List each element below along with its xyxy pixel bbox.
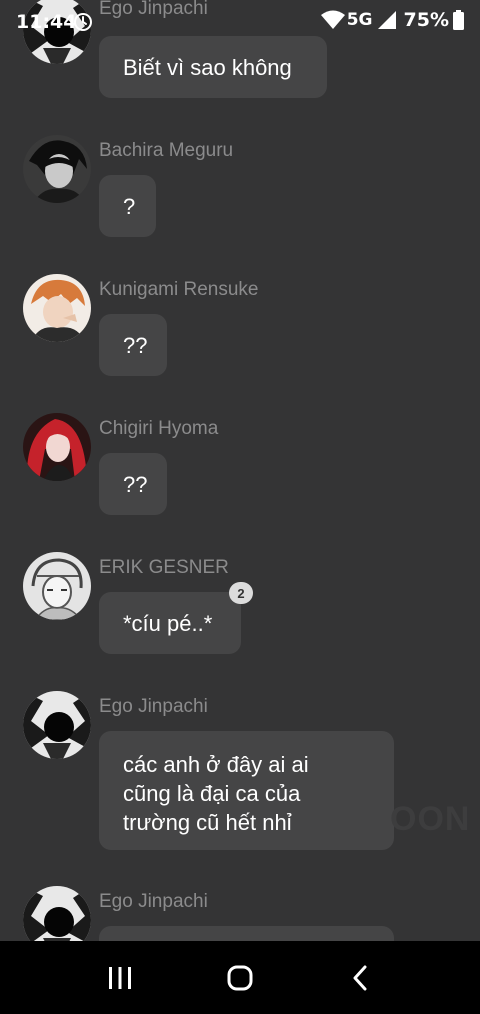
sender-name: Kunigami Rensuke <box>99 279 259 300</box>
message-text: ?? <box>123 332 148 358</box>
recents-button[interactable] <box>100 958 140 998</box>
sender-name: ERIK GESNER <box>99 557 229 578</box>
battery-icon <box>453 10 464 30</box>
message-text: ?? <box>123 471 148 497</box>
message-text: các anh ở đây ai ai cũng là đại ca của t… <box>123 752 309 835</box>
avatar[interactable] <box>23 274 91 342</box>
avatar[interactable] <box>23 691 91 759</box>
home-button[interactable] <box>220 958 260 998</box>
message-text: ? <box>123 193 136 219</box>
alarm-icon <box>74 13 92 31</box>
recents-icon <box>109 967 131 989</box>
message-bubble[interactable]: ?? <box>99 314 167 376</box>
back-icon <box>353 965 367 991</box>
message-bubble[interactable]: các anh ở đây ai ai cũng là đại ca của t… <box>99 731 394 850</box>
wifi-icon <box>320 10 345 29</box>
back-button[interactable] <box>340 958 380 998</box>
message-row: Chigiri Hyoma ?? <box>0 413 480 523</box>
battery-percentage: 75% <box>403 9 449 31</box>
message-row: Ego Jinpachi các anh ở đây ai ai cũng là… <box>0 691 480 861</box>
cell-signal-icon <box>377 11 396 29</box>
message-bubble[interactable] <box>99 926 394 941</box>
status-icons: 5G 75% <box>320 9 464 31</box>
home-icon <box>227 965 253 991</box>
chat-message-list[interactable]: Ego Jinpachi Biết vì sao không Bachira M… <box>0 0 480 941</box>
avatar[interactable] <box>23 552 91 620</box>
message-text: Biết vì sao không <box>123 54 292 80</box>
sender-name: Ego Jinpachi <box>99 696 208 717</box>
message-row: Kunigami Rensuke ?? <box>0 274 480 384</box>
network-type-label: 5G <box>346 10 373 30</box>
message-row: ERIK GESNER *cíu pé..* 2 <box>0 552 480 662</box>
status-bar: 11:44 5G 75% <box>0 0 480 46</box>
message-bubble[interactable]: *cíu pé..* <box>99 592 241 654</box>
navigation-bar <box>0 941 480 1014</box>
avatar[interactable] <box>23 886 91 941</box>
chat-screen: Ego Jinpachi Biết vì sao không Bachira M… <box>0 0 480 1014</box>
sender-name: Chigiri Hyoma <box>99 418 219 439</box>
message-row: Bachira Meguru ? <box>0 135 480 245</box>
sender-name: Bachira Meguru <box>99 140 234 161</box>
message-bubble[interactable]: ?? <box>99 453 167 515</box>
reaction-count-badge[interactable]: 2 <box>229 582 253 604</box>
message-text: *cíu pé..* <box>123 610 213 636</box>
avatar[interactable] <box>23 135 91 203</box>
message-bubble[interactable]: ? <box>99 175 156 237</box>
message-row: Ego Jinpachi <box>0 886 480 941</box>
avatar[interactable] <box>23 413 91 481</box>
sender-name: Ego Jinpachi <box>99 891 208 912</box>
status-time: 11:44 <box>16 11 77 33</box>
